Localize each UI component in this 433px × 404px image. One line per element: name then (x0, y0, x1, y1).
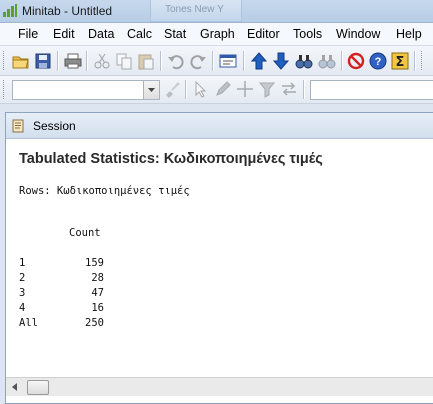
ghost-window-tab: Tones New Y (150, 0, 242, 22)
minitab-app-icon (3, 4, 17, 17)
session-title-bar[interactable]: Session (6, 113, 433, 139)
count-column-header: Count (69, 227, 101, 239)
crosshair-icon[interactable] (236, 80, 254, 98)
menu-file[interactable]: File (18, 27, 38, 41)
menu-stat[interactable]: Stat (164, 27, 186, 41)
replace-icon[interactable] (318, 52, 336, 70)
session-scroll-icon (12, 119, 24, 133)
output-heading: Tabulated Statistics: Κωδικοποιημένες τι… (19, 151, 323, 167)
session-output[interactable]: Tabulated Statistics: Κωδικοποιημένες τι… (6, 139, 433, 377)
toolbar-grip[interactable] (421, 51, 425, 70)
toolbar-separator (243, 51, 244, 71)
rows-label: Rows: Κωδικοποιημένες τιμές (19, 185, 190, 197)
row-count: 250 (85, 317, 104, 329)
toolbar-separator (341, 51, 342, 71)
cancel-icon[interactable] (347, 52, 365, 70)
row-label: 4 (19, 302, 26, 314)
copy-icon[interactable] (115, 52, 133, 70)
menu-tools[interactable]: Tools (293, 27, 322, 41)
find-icon[interactable] (295, 52, 313, 70)
undo-icon[interactable] (167, 52, 185, 70)
chevron-down-icon (148, 88, 155, 92)
toolbar-separator (185, 80, 186, 99)
project-toolbar (0, 76, 433, 104)
window-title: Minitab - Untitled (22, 4, 113, 18)
cut-icon[interactable] (93, 52, 111, 70)
session-title: Session (33, 119, 76, 133)
row-count: 159 (85, 257, 104, 269)
open-folder-icon[interactable] (12, 52, 30, 70)
row-label: All (19, 317, 38, 329)
brush-icon[interactable] (163, 80, 181, 98)
row-count: 28 (91, 272, 104, 284)
toolbar-grip[interactable] (3, 80, 7, 99)
session-window-icon[interactable] (219, 52, 237, 70)
arrow-down-icon[interactable] (272, 52, 290, 70)
row-label: 3 (19, 287, 26, 299)
dropdown-arrow-button[interactable] (143, 81, 159, 99)
pen-icon[interactable] (214, 80, 232, 98)
row-count: 47 (91, 287, 104, 299)
toolbar-separator (414, 51, 415, 71)
scrollbar-thumb[interactable] (27, 380, 49, 395)
arrow-up-icon[interactable] (250, 52, 268, 70)
toolbar-separator (160, 51, 161, 71)
scroll-left-arrow-icon[interactable] (8, 380, 22, 394)
sigma-icon[interactable]: Σ (391, 52, 409, 70)
standard-toolbar: ? Σ (0, 46, 433, 76)
row-label: 1 (19, 257, 26, 269)
command-input[interactable] (310, 80, 433, 100)
svg-text:?: ? (375, 56, 382, 68)
menu-help[interactable]: Help (396, 27, 422, 41)
svg-text:Σ: Σ (396, 55, 405, 70)
toolbar-separator (57, 51, 58, 71)
menu-edit[interactable]: Edit (53, 27, 75, 41)
toolbar-grip[interactable] (3, 51, 7, 70)
toolbar-separator (86, 51, 87, 71)
select-arrow-icon[interactable] (192, 80, 210, 98)
print-icon[interactable] (64, 52, 82, 70)
redo-icon[interactable] (189, 52, 207, 70)
menu-bar: File Edit Data Calc Stat Graph Editor To… (0, 23, 433, 46)
title-bar: Minitab - Untitled Tones New Y (0, 0, 433, 23)
ghost-tab-label: Tones New Y (165, 4, 224, 15)
session-window[interactable]: Session Tabulated Statistics: Κωδικοποιη… (5, 112, 433, 404)
worksheet-dropdown[interactable] (12, 80, 160, 100)
menu-window[interactable]: Window (336, 27, 380, 41)
flag-icon[interactable] (258, 80, 276, 98)
toolbar-separator (303, 80, 304, 99)
menu-editor[interactable]: Editor (247, 27, 280, 41)
row-count: 16 (91, 302, 104, 314)
swap-arrows-icon[interactable] (280, 80, 298, 98)
paste-icon[interactable] (137, 52, 155, 70)
menu-data[interactable]: Data (88, 27, 114, 41)
help-icon[interactable]: ? (369, 52, 387, 70)
horizontal-scrollbar[interactable] (6, 377, 433, 396)
toolbar-separator (212, 51, 213, 71)
save-icon[interactable] (34, 52, 52, 70)
menu-calc[interactable]: Calc (127, 27, 152, 41)
row-label: 2 (19, 272, 26, 284)
menu-graph[interactable]: Graph (200, 27, 235, 41)
